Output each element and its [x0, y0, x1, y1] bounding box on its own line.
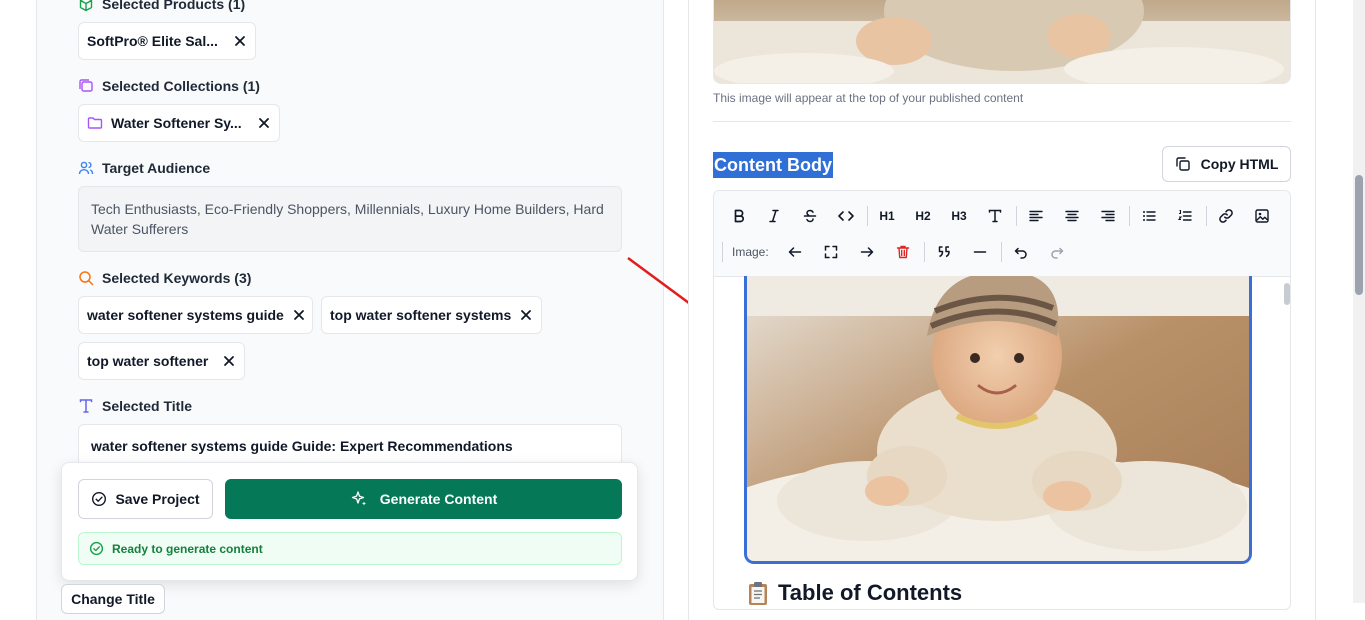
search-icon [78, 270, 94, 286]
selected-title-heading: Selected Title [78, 398, 192, 414]
page-scrollbar-thumb[interactable] [1355, 175, 1363, 295]
toolbar-separator [1016, 206, 1017, 226]
collection-chip: Water Softener Sy... [78, 104, 280, 142]
heading-2-button[interactable]: H2 [911, 204, 935, 228]
fullscreen-icon[interactable] [819, 240, 843, 264]
toolbar-separator [1206, 206, 1207, 226]
keyword-chip: water softener systems guide [78, 296, 313, 334]
close-icon[interactable] [233, 34, 247, 48]
content-body-label: Content Body [713, 152, 833, 178]
selected-collections-heading: Selected Collections (1) [78, 78, 260, 94]
numbered-list-icon[interactable] [1173, 204, 1197, 228]
quote-icon[interactable] [932, 240, 956, 264]
image-tools-label: Image: [732, 245, 769, 259]
check-circle-icon [89, 541, 104, 556]
selected-keywords-heading: Selected Keywords (3) [78, 270, 251, 286]
check-circle-icon [91, 491, 107, 507]
keyword-chip: top water softener systems [321, 296, 542, 334]
change-title-button[interactable]: Change Title [61, 584, 165, 614]
toolbar-separator [722, 242, 723, 262]
toolbar-separator [867, 206, 868, 226]
target-audience-heading: Target Audience [78, 160, 210, 176]
generate-content-button[interactable]: Generate Content [225, 479, 622, 519]
page-scrollbar[interactable] [1353, 0, 1365, 603]
link-icon[interactable] [1214, 204, 1238, 228]
save-project-button[interactable]: Save Project [78, 479, 213, 519]
collection-icon [78, 78, 94, 94]
arrow-left-icon[interactable] [783, 240, 807, 264]
align-right-icon[interactable] [1096, 204, 1120, 228]
selected-products-heading: Selected Products (1) [78, 0, 245, 12]
clipboard-icon [746, 580, 770, 606]
arrow-right-icon[interactable] [855, 240, 879, 264]
toolbar-separator [924, 242, 925, 262]
bold-icon[interactable] [727, 204, 751, 228]
sparkles-icon [350, 490, 368, 508]
target-audience-field[interactable]: Tech Enthusiasts, Eco-Friendly Shoppers,… [78, 186, 622, 252]
featured-image[interactable] [713, 0, 1291, 84]
users-icon [78, 160, 94, 176]
editor-selected-image[interactable] [744, 276, 1252, 564]
strikethrough-icon[interactable] [798, 204, 822, 228]
keyword-chip: top water softener [78, 342, 245, 380]
text-type-icon[interactable] [983, 204, 1007, 228]
bullet-list-icon[interactable] [1137, 204, 1161, 228]
folder-icon [87, 115, 103, 131]
close-icon[interactable] [222, 354, 236, 368]
editor-scrollbar[interactable] [1284, 283, 1290, 305]
box-icon [78, 0, 94, 12]
toc-heading: Table of Contents [746, 580, 962, 606]
action-card: Save Project Generate Content Ready to g… [61, 462, 638, 581]
status-banner: Ready to generate content [78, 532, 622, 565]
code-icon[interactable] [834, 204, 858, 228]
trash-icon[interactable] [891, 240, 915, 264]
toolbar-separator [1129, 206, 1130, 226]
product-chip: SoftPro® Elite Sal... [78, 22, 256, 60]
heading-1-button[interactable]: H1 [875, 204, 899, 228]
close-icon[interactable] [519, 308, 533, 322]
italic-icon[interactable] [762, 204, 786, 228]
horizontal-rule-icon[interactable] [968, 240, 992, 264]
close-icon[interactable] [292, 308, 306, 322]
featured-image-hint: This image will appear at the top of you… [713, 91, 1024, 105]
heading-3-button[interactable]: H3 [947, 204, 971, 228]
editor-toolbar: H1 H2 H3 Image: [714, 191, 1290, 277]
divider [713, 121, 1291, 122]
toolbar-separator [1001, 242, 1002, 262]
align-center-icon[interactable] [1060, 204, 1084, 228]
copy-html-button[interactable]: Copy HTML [1162, 146, 1291, 182]
type-icon [78, 398, 94, 414]
undo-icon[interactable] [1009, 240, 1033, 264]
redo-icon[interactable] [1045, 240, 1069, 264]
copy-icon [1175, 156, 1191, 172]
close-icon[interactable] [257, 116, 271, 130]
align-left-icon[interactable] [1024, 204, 1048, 228]
image-icon[interactable] [1250, 204, 1274, 228]
